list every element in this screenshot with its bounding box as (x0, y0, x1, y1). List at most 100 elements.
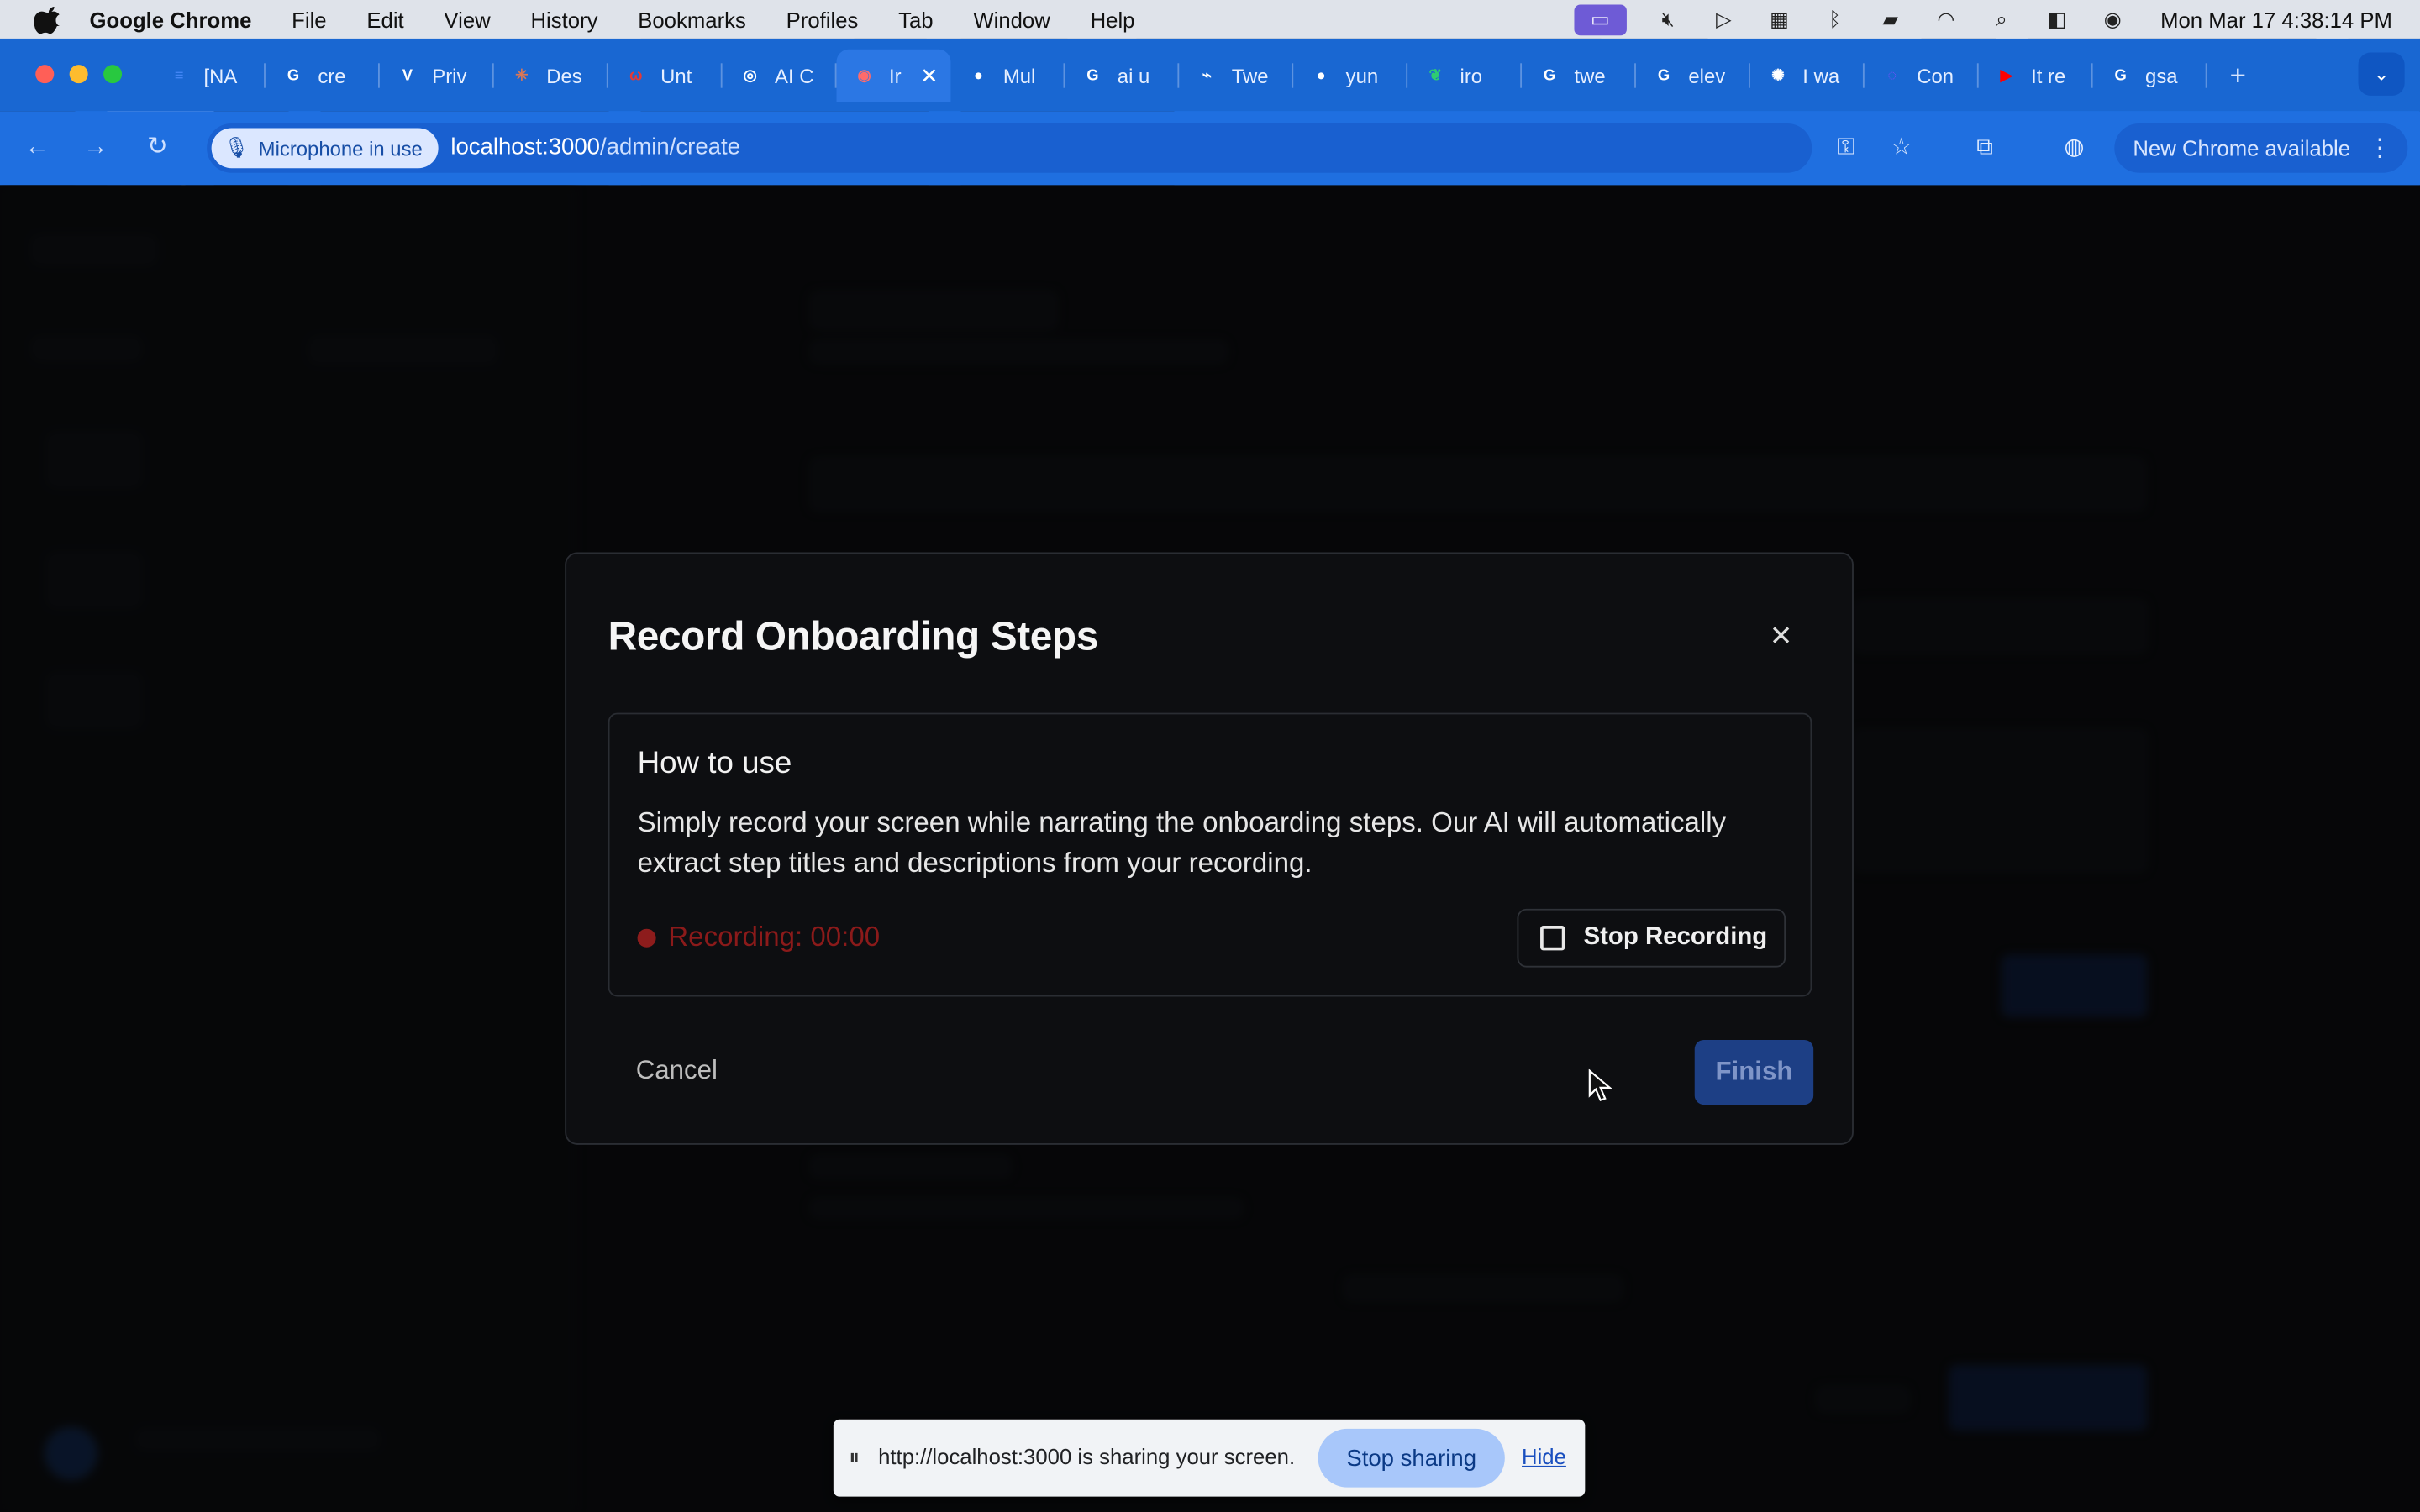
tab-label: AI C (775, 64, 814, 87)
openai-icon: ◎ (743, 66, 757, 85)
browser-tab[interactable]: Gtwe (1522, 50, 1636, 102)
spotlight-search-icon[interactable]: ⌕ (1987, 7, 2015, 31)
tab-label: Unt (660, 64, 692, 87)
url-host: localhost:3000 (450, 134, 601, 161)
tab-label: Des (546, 64, 582, 87)
menu-history[interactable]: History (530, 7, 597, 31)
status-area: ▭ 🔇︎ ▷ ▦ ᛒ ▰ ◠ ⌕ ◧ ◉ Mon Mar 17 4:38:14 … (1574, 0, 2392, 39)
more-menu-icon[interactable]: ⋮ (2368, 133, 2392, 164)
apple-icon[interactable] (34, 5, 61, 34)
spiral-icon: ◌ (1887, 66, 1897, 85)
bluetooth-icon[interactable]: ᛒ (1821, 7, 1849, 31)
cancel-button[interactable]: Cancel (608, 1040, 741, 1101)
tab-label: cre (318, 64, 346, 87)
pause-icon[interactable]: ⏸ (849, 1444, 860, 1470)
url-text[interactable]: localhost:3000/admin/create (450, 134, 740, 160)
dialog-title: Record Onboarding Steps (608, 612, 1099, 659)
new-tab-plus-icon[interactable]: + (2219, 60, 2256, 92)
browser-tab[interactable]: ◉ Ir ✕ (836, 49, 951, 102)
mute-icon[interactable]: 🔇︎ (1655, 7, 1682, 31)
new-chrome-available-button[interactable]: New Chrome available ⋮ (2114, 123, 2408, 173)
menu-file[interactable]: File (292, 7, 326, 31)
forward-arrow-icon[interactable]: → (81, 133, 112, 164)
battery-icon[interactable]: ▰ (1876, 7, 1904, 31)
microphone-icon: 🎙︎ (224, 135, 250, 160)
tab-label: Twe (1231, 64, 1269, 87)
address-bar[interactable] (207, 123, 1812, 173)
browser-tab[interactable]: ◎ AI C (723, 50, 837, 102)
menu-profiles[interactable]: Profiles (786, 7, 859, 31)
browser-tab[interactable]: Ggsa (2093, 50, 2207, 102)
tab-label: gsa (2145, 64, 2178, 87)
menu-view[interactable]: View (444, 7, 490, 31)
microphone-in-use-chip[interactable]: 🎙︎ Microphone in use (211, 128, 439, 169)
browser-tab[interactable]: ▶ It re (1979, 50, 2093, 102)
password-key-icon[interactable]: ⚿ (1830, 133, 1861, 164)
siri-icon[interactable]: ◉ (2099, 7, 2127, 31)
menu-app-name[interactable]: Google Chrome (90, 7, 252, 31)
vo-icon: V (402, 66, 413, 85)
close-icon[interactable]: ✕ (1767, 622, 1795, 649)
reload-icon[interactable]: ↻ (142, 133, 173, 164)
tab-search-chevron-icon[interactable]: ⌄ (2358, 52, 2405, 96)
tab-label: Con (1917, 64, 1954, 87)
claude-icon: ✳ (515, 66, 529, 85)
screen: Google Chrome File Edit View History Boo… (0, 0, 2420, 1512)
menu-window[interactable]: Window (973, 7, 1050, 31)
browser-tab[interactable]: ω Unt (608, 50, 723, 102)
google-icon: G (1543, 66, 1556, 85)
tab-separator (2205, 63, 2207, 88)
docs-icon: ≡ (174, 66, 184, 85)
browser-tab[interactable]: ● yun (1293, 50, 1408, 102)
tab-label: It re (2031, 64, 2066, 87)
mic-chip-label: Microphone in use (258, 136, 423, 160)
browser-tab[interactable]: ● Mul (950, 50, 1065, 102)
record-onboarding-dialog: Record Onboarding Steps ✕ How to use Sim… (565, 552, 1854, 1145)
control-center-icon[interactable]: ◧ (2043, 7, 2070, 31)
stop-recording-label: Stop Recording (1583, 924, 1768, 951)
mouse-cursor-icon (1588, 1068, 1612, 1101)
stop-square-icon (1540, 926, 1565, 951)
tweet-icon: ⌁ (1202, 66, 1212, 85)
close-tab-icon[interactable]: ✕ (920, 62, 939, 88)
menu-edit[interactable]: Edit (366, 7, 403, 31)
browser-tab[interactable]: ◌ Con (1865, 50, 1979, 102)
recording-status: Recording: 00:00 (637, 921, 881, 954)
youtube-icon: ▶ (2000, 66, 2012, 85)
stop-recording-button[interactable]: Stop Recording (1517, 908, 1786, 968)
calendar-icon[interactable]: ▦ (1765, 7, 1793, 31)
screen-sharing-bar: ⏸ http://localhost:3000 is sharing your … (833, 1419, 1586, 1497)
finish-button[interactable]: Finish (1694, 1039, 1814, 1105)
profile-avatar-icon[interactable]: ◍ (2059, 133, 2090, 164)
zoom-window-button[interactable] (103, 65, 123, 84)
browser-tab[interactable]: ≡ [NA (151, 50, 266, 102)
browser-tab[interactable]: ✳ Des (494, 50, 608, 102)
menu-bookmarks[interactable]: Bookmarks (638, 7, 746, 31)
close-window-button[interactable] (35, 65, 55, 84)
extensions-icon[interactable]: ⧉ (1970, 133, 2001, 164)
menubar-clock[interactable]: Mon Mar 17 4:38:14 PM (2160, 7, 2392, 31)
bookmark-star-icon[interactable]: ☆ (1886, 133, 1917, 164)
back-arrow-icon[interactable]: ← (22, 133, 53, 164)
browser-tab[interactable]: Gcre (266, 50, 380, 102)
how-to-use-heading: How to use (637, 746, 792, 781)
browser-tab[interactable]: V Priv (380, 50, 494, 102)
browser-tab[interactable]: ❦ iro (1407, 50, 1523, 102)
hide-sharing-bar-link[interactable]: Hide (1522, 1444, 1566, 1468)
google-icon: G (287, 66, 300, 85)
recording-timer: Recording: 00:00 (668, 921, 881, 953)
browser-tab[interactable]: ⌁ Twe (1179, 50, 1294, 102)
tabs: ≡ [NA Gcre V Priv ✳ Des ω Unt ◎ AI C ◉ Ir ✕ ● Mul Gai u ⌁… (151, 48, 2256, 103)
menu-help[interactable]: Help (1091, 7, 1135, 31)
browser-tab[interactable]: ✺ I wa (1750, 50, 1865, 102)
browser-tab[interactable]: Gai u (1065, 50, 1180, 102)
minimize-window-button[interactable] (69, 65, 88, 84)
tab-label: Ir (888, 64, 902, 87)
stop-sharing-button[interactable]: Stop sharing (1318, 1428, 1505, 1488)
wifi-icon[interactable]: ◠ (1932, 7, 1960, 31)
google-icon: G (1086, 66, 1099, 85)
screen-share-status-icon[interactable]: ▭ (1574, 3, 1627, 35)
play-icon[interactable]: ▷ (1710, 7, 1738, 31)
menu-tab[interactable]: Tab (898, 7, 933, 31)
browser-tab[interactable]: Gelev (1636, 50, 1750, 102)
